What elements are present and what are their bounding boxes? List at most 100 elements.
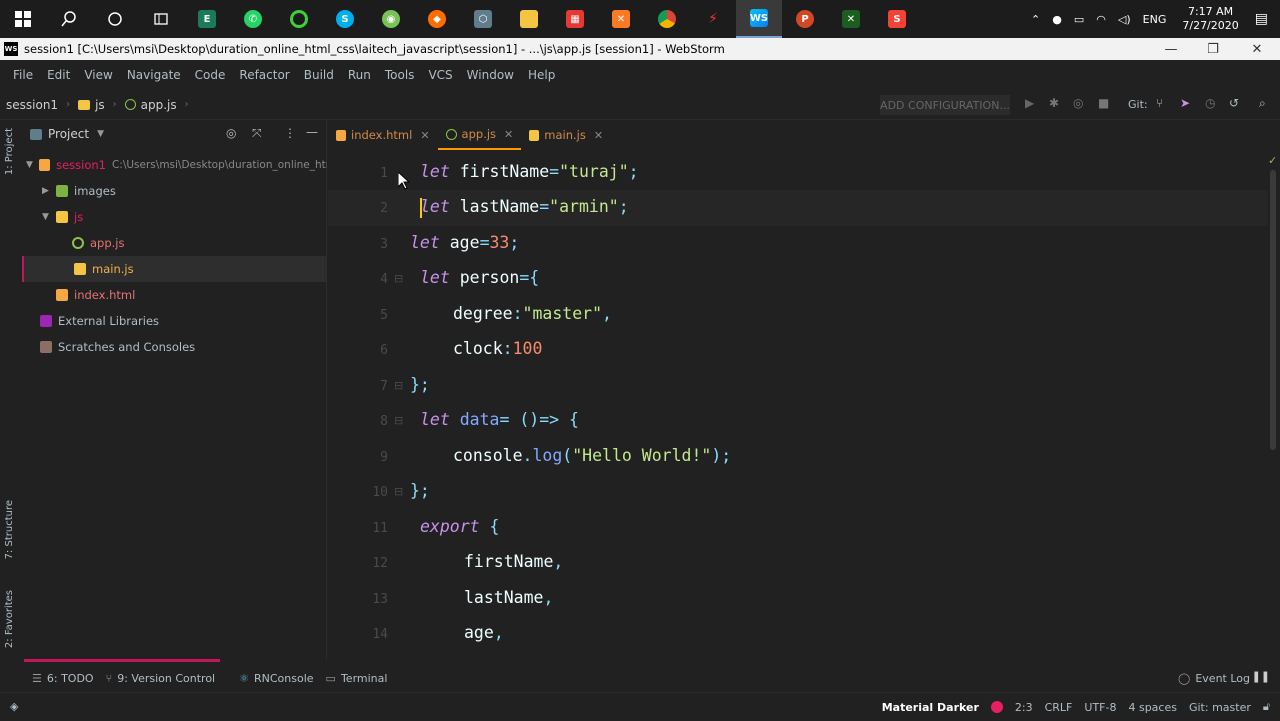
- tree-item-images[interactable]: ▶ images: [22, 178, 327, 204]
- git-push-icon[interactable]: ➤: [1180, 96, 1190, 110]
- network-adapter-icon[interactable]: ▭: [1068, 13, 1090, 26]
- language-indicator[interactable]: ENG: [1137, 13, 1173, 26]
- chevron-up-icon[interactable]: ⌃: [1025, 13, 1046, 26]
- app-orange-icon[interactable]: ◆: [414, 0, 460, 38]
- history-icon[interactable]: ◷: [1205, 96, 1215, 110]
- app-xampp-icon[interactable]: ✕: [598, 0, 644, 38]
- menu-navigate[interactable]: Navigate: [120, 68, 188, 82]
- powerpoint-icon[interactable]: P: [782, 0, 828, 38]
- chrome-icon[interactable]: [644, 0, 690, 38]
- app-red-icon[interactable]: S: [874, 0, 920, 38]
- collapse-all-icon[interactable]: ⤧: [252, 126, 262, 141]
- theme-color-dot-icon[interactable]: [990, 701, 1003, 713]
- debug-icon[interactable]: ✱: [1049, 96, 1059, 110]
- window-title-bar[interactable]: WS session1 [C:\Users\msi\Desktop\durati…: [0, 38, 1280, 60]
- webstorm-icon[interactable]: WS: [736, 0, 782, 38]
- windows-start-icon[interactable]: [0, 0, 46, 38]
- theme-name[interactable]: Material Darker: [882, 701, 979, 714]
- app-bolt-icon[interactable]: ⚡: [690, 0, 736, 38]
- hide-panel-icon[interactable]: —: [306, 125, 318, 139]
- tab-terminal[interactable]: ▭ Terminal: [326, 672, 388, 685]
- menu-edit[interactable]: Edit: [40, 68, 77, 82]
- close-tab-icon[interactable]: ✕: [594, 129, 603, 142]
- menu-refactor[interactable]: Refactor: [232, 68, 296, 82]
- fold-marker-icon[interactable]: ⊟: [394, 272, 403, 285]
- chevron-down-icon[interactable]: ▼: [97, 129, 104, 139]
- vertical-scrollbar[interactable]: [1270, 170, 1276, 450]
- close-window-button[interactable]: ✕: [1236, 38, 1278, 60]
- menu-run[interactable]: Run: [341, 68, 378, 82]
- clock[interactable]: 7:17 AM 7/27/2020: [1172, 5, 1248, 33]
- lock-icon[interactable]: 🔓︎: [1263, 700, 1270, 714]
- app-cube-icon[interactable]: ⬡: [460, 0, 506, 38]
- menu-file[interactable]: File: [6, 68, 40, 82]
- close-tab-icon[interactable]: ✕: [420, 129, 429, 142]
- rollback-icon[interactable]: ↺: [1229, 96, 1239, 110]
- project-panel-title[interactable]: Project: [48, 127, 89, 141]
- tab-rnconsole[interactable]: ⚛ RNConsole: [239, 672, 313, 685]
- breadcrumb-project[interactable]: session1: [6, 98, 58, 112]
- tab-version-control[interactable]: ⑂ 9: Version Control: [106, 672, 216, 685]
- git-branch-icon[interactable]: ⑂: [1156, 96, 1163, 110]
- whatsapp-icon[interactable]: ✆: [230, 0, 276, 38]
- locate-icon[interactable]: ◎: [226, 126, 236, 140]
- tree-item-main-js[interactable]: main.js: [22, 256, 327, 282]
- indent-setting[interactable]: 4 spaces: [1128, 701, 1177, 714]
- file-explorer-icon[interactable]: [506, 0, 552, 38]
- microphone-icon[interactable]: ●: [1046, 13, 1068, 26]
- add-configuration-button[interactable]: ADD CONFIGURATION...: [880, 95, 1010, 115]
- fold-marker-icon[interactable]: ⊟: [394, 485, 403, 498]
- line-separator[interactable]: CRLF: [1045, 701, 1073, 714]
- menu-vcs[interactable]: VCS: [421, 68, 459, 82]
- tab-todo[interactable]: ☰ 6: TODO: [32, 672, 94, 685]
- app-android-icon[interactable]: ◉: [368, 0, 414, 38]
- notifications-icon[interactable]: ▤: [1249, 11, 1280, 27]
- inspection-ok-icon[interactable]: ✓: [1268, 154, 1277, 167]
- wifi-icon[interactable]: ◠: [1090, 13, 1112, 26]
- volume-icon[interactable]: ◁): [1112, 13, 1137, 26]
- app-green-x-icon[interactable]: ✕: [828, 0, 874, 38]
- pause-icon[interactable]: ❚❚: [1252, 670, 1270, 683]
- event-log-tab[interactable]: ◯ Event Log: [1178, 672, 1250, 685]
- tree-item-index-html[interactable]: index.html: [22, 282, 327, 308]
- tool-windows-icon[interactable]: ◈: [10, 700, 18, 713]
- menu-help[interactable]: Help: [521, 68, 562, 82]
- menu-code[interactable]: Code: [188, 68, 233, 82]
- tab-main-js[interactable]: main.js ✕: [521, 120, 611, 150]
- fold-marker-icon[interactable]: ⊟: [394, 379, 403, 392]
- tree-item-scratches[interactable]: Scratches and Consoles: [22, 334, 327, 360]
- coverage-icon[interactable]: ◎: [1073, 96, 1083, 110]
- cortana-icon[interactable]: [92, 0, 138, 38]
- tree-item-external-libraries[interactable]: External Libraries: [22, 308, 327, 334]
- breadcrumb-file[interactable]: app.js: [141, 98, 177, 112]
- favorites-tool-tab[interactable]: 2: Favorites: [4, 590, 15, 648]
- app-office-icon[interactable]: ▦: [552, 0, 598, 38]
- restore-button[interactable]: ❐: [1192, 38, 1234, 60]
- git-branch[interactable]: Git: master: [1189, 701, 1251, 714]
- breadcrumb-folder[interactable]: js: [95, 98, 105, 112]
- tree-item-app-js[interactable]: app.js: [22, 230, 327, 256]
- task-view-icon[interactable]: [138, 0, 184, 38]
- stop-icon[interactable]: ■: [1098, 96, 1109, 110]
- run-icon[interactable]: ▶: [1025, 96, 1034, 110]
- app-e-icon[interactable]: E: [184, 0, 230, 38]
- file-encoding[interactable]: UTF-8: [1084, 701, 1116, 714]
- skype-icon[interactable]: S: [322, 0, 368, 38]
- tree-item-js[interactable]: ▼ js: [22, 204, 327, 230]
- options-menu-icon[interactable]: ⋮: [284, 126, 296, 140]
- structure-tool-tab[interactable]: 7: Structure: [4, 500, 15, 559]
- minimize-button[interactable]: —: [1150, 38, 1192, 60]
- tab-app-js[interactable]: app.js ✕: [437, 120, 522, 150]
- search-everywhere-icon[interactable]: ⌕: [1259, 96, 1266, 111]
- menu-build[interactable]: Build: [297, 68, 341, 82]
- tree-item-root[interactable]: ▼ session1 C:\Users\msi\Desktop\duration…: [22, 152, 327, 178]
- menu-view[interactable]: View: [77, 68, 119, 82]
- code-editor[interactable]: 1 2 3 4 5 6 7 8 9 10 11 12 13 14 ⊟ ⊟ ⊟ ⊟…: [328, 150, 1268, 658]
- close-tab-icon[interactable]: ✕: [504, 128, 513, 141]
- menu-window[interactable]: Window: [460, 68, 521, 82]
- tab-index-html[interactable]: index.html ✕: [328, 120, 438, 150]
- caret-position[interactable]: 2:3: [1015, 701, 1033, 714]
- search-icon[interactable]: [46, 0, 92, 38]
- fold-marker-icon[interactable]: ⊟: [394, 414, 403, 427]
- project-tool-tab[interactable]: 1: Project: [4, 128, 15, 175]
